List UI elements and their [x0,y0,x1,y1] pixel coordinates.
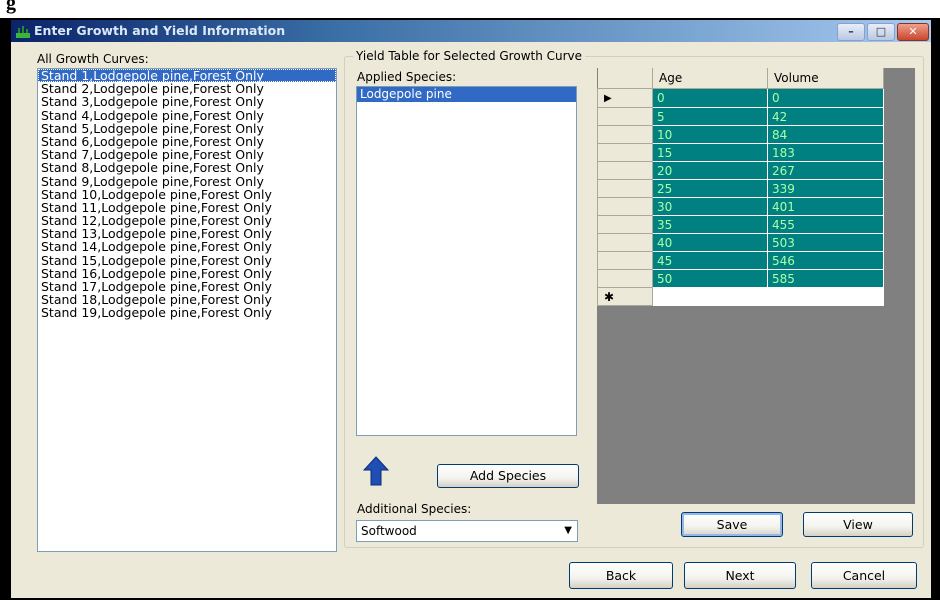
row-header[interactable] [597,143,653,162]
growth-curves-label: All Growth Curves: [37,52,149,66]
row-header[interactable] [597,179,653,198]
row-header[interactable] [597,215,653,234]
applied-species-label: Applied Species: [357,70,457,84]
new-volume-cell[interactable] [767,287,884,306]
table-row[interactable]: 10 84 [597,125,884,144]
add-species-button[interactable]: Add Species [437,464,579,488]
maximize-button[interactable]: □ [867,23,895,41]
row-header[interactable] [597,125,653,144]
volume-cell[interactable]: 183 [767,143,884,162]
age-cell[interactable]: 15 [652,143,768,162]
growth-curve-item[interactable]: Stand 3,Lodgepole pine,Forest Only [38,95,336,108]
row-header[interactable] [597,161,653,180]
table-row[interactable]: 35 455 [597,215,884,234]
close-button[interactable]: ✕ [897,23,929,41]
row-header[interactable]: ✱ [597,287,653,306]
row-header[interactable] [597,269,653,288]
up-arrow-icon[interactable] [363,456,389,486]
maximize-icon: □ [875,25,887,38]
volume-cell[interactable]: 503 [767,233,884,252]
row-header[interactable]: ▶ [597,88,653,108]
dialog-window: Enter Growth and Yield Information – □ ✕… [6,18,940,600]
minimize-button[interactable]: – [837,23,865,41]
table-row[interactable]: 40 503 [597,233,884,252]
row-header[interactable] [597,251,653,270]
dropdown-arrow-icon[interactable]: ▼ [564,525,572,536]
growth-curve-item[interactable]: Stand 14,Lodgepole pine,Forest Only [38,240,336,253]
yield-group-title: Yield Table for Selected Growth Curve [353,49,586,63]
cancel-button[interactable]: Cancel [811,562,917,589]
current-row-icon: ▶ [604,93,612,104]
volume-cell[interactable]: 585 [767,269,884,288]
growth-curve-item[interactable]: Stand 15,Lodgepole pine,Forest Only [38,254,336,267]
save-button[interactable]: Save [681,512,783,537]
close-icon: ✕ [908,25,918,38]
dialog-client-area: All Growth Curves: Stand 1,Lodgepole pin… [11,42,931,598]
age-cell[interactable]: 20 [652,161,768,180]
growth-curve-item[interactable]: Stand 9,Lodgepole pine,Forest Only [38,174,336,188]
table-row[interactable]: 45 546 [597,251,884,270]
back-button[interactable]: Back [569,562,673,589]
table-row[interactable]: ▶ 0 0 [597,88,884,108]
growth-curve-item[interactable]: Stand 19,Lodgepole pine,Forest Only [38,306,336,319]
growth-curve-item[interactable]: Stand 8,Lodgepole pine,Forest Only [38,161,336,174]
growth-curve-item[interactable]: Stand 4,Lodgepole pine,Forest Only [38,108,336,122]
age-cell[interactable]: 5 [652,107,768,126]
growth-curves-list[interactable]: Stand 1,Lodgepole pine,Forest Only Stand … [37,68,337,552]
growth-curve-item[interactable]: Stand 5,Lodgepole pine,Forest Only [38,122,336,135]
volume-cell[interactable]: 401 [767,197,884,216]
view-button[interactable]: View [803,512,913,537]
volume-cell[interactable]: 339 [767,179,884,198]
volume-cell[interactable]: 455 [767,215,884,234]
volume-cell[interactable]: 42 [767,107,884,126]
table-row[interactable]: 30 401 [597,197,884,216]
growth-curve-item[interactable]: Stand 10,Lodgepole pine,Forest Only [38,188,336,201]
table-row[interactable]: 15 183 [597,143,884,162]
window-title: Enter Growth and Yield Information [34,23,286,38]
table-row[interactable]: 50 585 [597,269,884,288]
age-cell[interactable]: 25 [652,179,768,198]
top-strip: g [0,0,940,18]
additional-species-value: Softwood [361,524,417,538]
grid-corner-header [597,68,653,89]
volume-cell[interactable]: 546 [767,251,884,270]
row-header[interactable] [597,107,653,126]
age-cell[interactable]: 10 [652,125,768,144]
volume-cell[interactable]: 84 [767,125,884,144]
cropped-heading-fragment: g [6,0,16,14]
age-cell[interactable]: 35 [652,215,768,234]
table-row[interactable]: 5 42 [597,107,884,126]
new-row-icon: ✱ [604,289,615,304]
age-cell[interactable]: 0 [652,88,768,108]
next-button[interactable]: Next [684,562,796,589]
age-cell[interactable]: 45 [652,251,768,270]
table-row[interactable]: 25 339 [597,179,884,198]
new-age-cell[interactable] [652,287,768,306]
new-row[interactable]: ✱ [597,287,884,306]
title-bar[interactable]: Enter Growth and Yield Information – □ ✕ [11,20,931,42]
additional-species-select[interactable]: Softwood ▼ [356,520,578,542]
yield-data-grid[interactable]: Age Volume ▶ 0 0 5 42 10 84 15 183 20 267 25 339 30 40… [597,68,915,504]
column-header-age[interactable]: Age [652,68,768,89]
applied-species-list[interactable]: Lodgepole pine [356,86,577,436]
age-cell[interactable]: 40 [652,233,768,252]
volume-cell[interactable]: 267 [767,161,884,180]
app-icon [16,26,30,38]
minimize-icon: – [848,25,854,38]
applied-species-item[interactable]: Lodgepole pine [357,87,576,102]
age-cell[interactable]: 30 [652,197,768,216]
column-header-volume[interactable]: Volume [767,68,884,89]
additional-species-label: Additional Species: [357,502,472,516]
volume-cell[interactable]: 0 [767,88,884,108]
table-row[interactable]: 20 267 [597,161,884,180]
row-header[interactable] [597,233,653,252]
row-header[interactable] [597,197,653,216]
age-cell[interactable]: 50 [652,269,768,288]
